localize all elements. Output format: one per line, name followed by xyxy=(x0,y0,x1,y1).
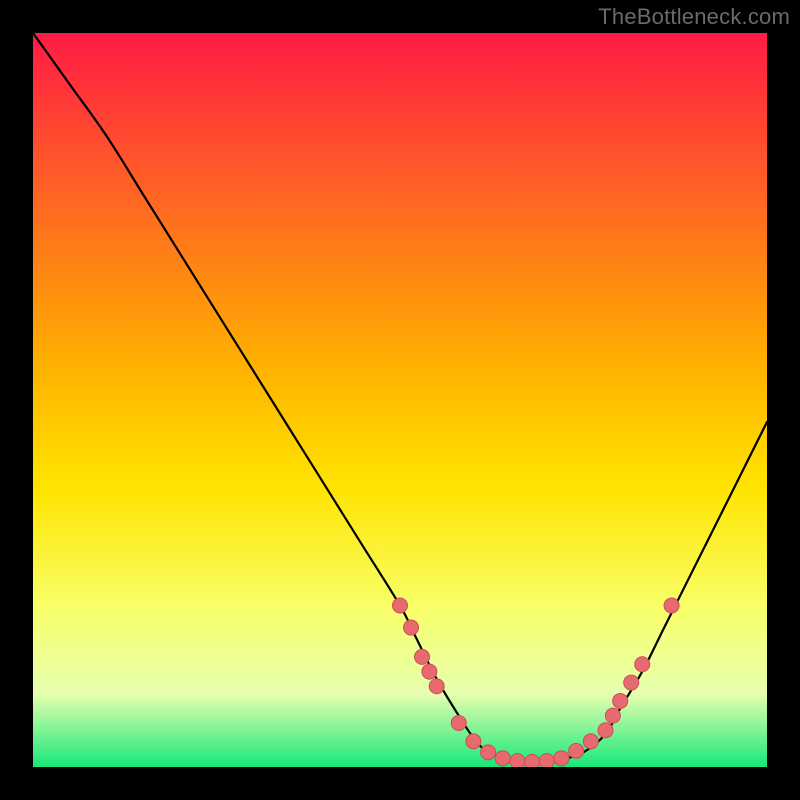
bottleneck-chart xyxy=(33,33,767,767)
curve-marker xyxy=(624,675,639,690)
curve-marker xyxy=(422,664,437,679)
curve-marker xyxy=(569,743,584,758)
curve-marker xyxy=(415,649,430,664)
curve-marker xyxy=(635,657,650,672)
curve-marker xyxy=(404,620,419,635)
curve-marker xyxy=(605,708,620,723)
curve-marker xyxy=(495,751,510,766)
watermark-text: TheBottleneck.com xyxy=(598,4,790,30)
curve-marker xyxy=(598,723,613,738)
curve-marker xyxy=(466,734,481,749)
curve-marker xyxy=(554,751,569,766)
curve-marker xyxy=(664,598,679,613)
curve-marker xyxy=(429,679,444,694)
plot-area xyxy=(33,33,767,767)
curve-marker xyxy=(481,745,496,760)
curve-marker xyxy=(525,754,540,767)
curve-marker xyxy=(510,754,525,767)
chart-frame: TheBottleneck.com xyxy=(0,0,800,800)
curve-marker xyxy=(393,598,408,613)
curve-marker xyxy=(583,734,598,749)
gradient-background xyxy=(33,33,767,767)
curve-marker xyxy=(539,754,554,767)
curve-marker xyxy=(451,715,466,730)
curve-marker xyxy=(613,693,628,708)
